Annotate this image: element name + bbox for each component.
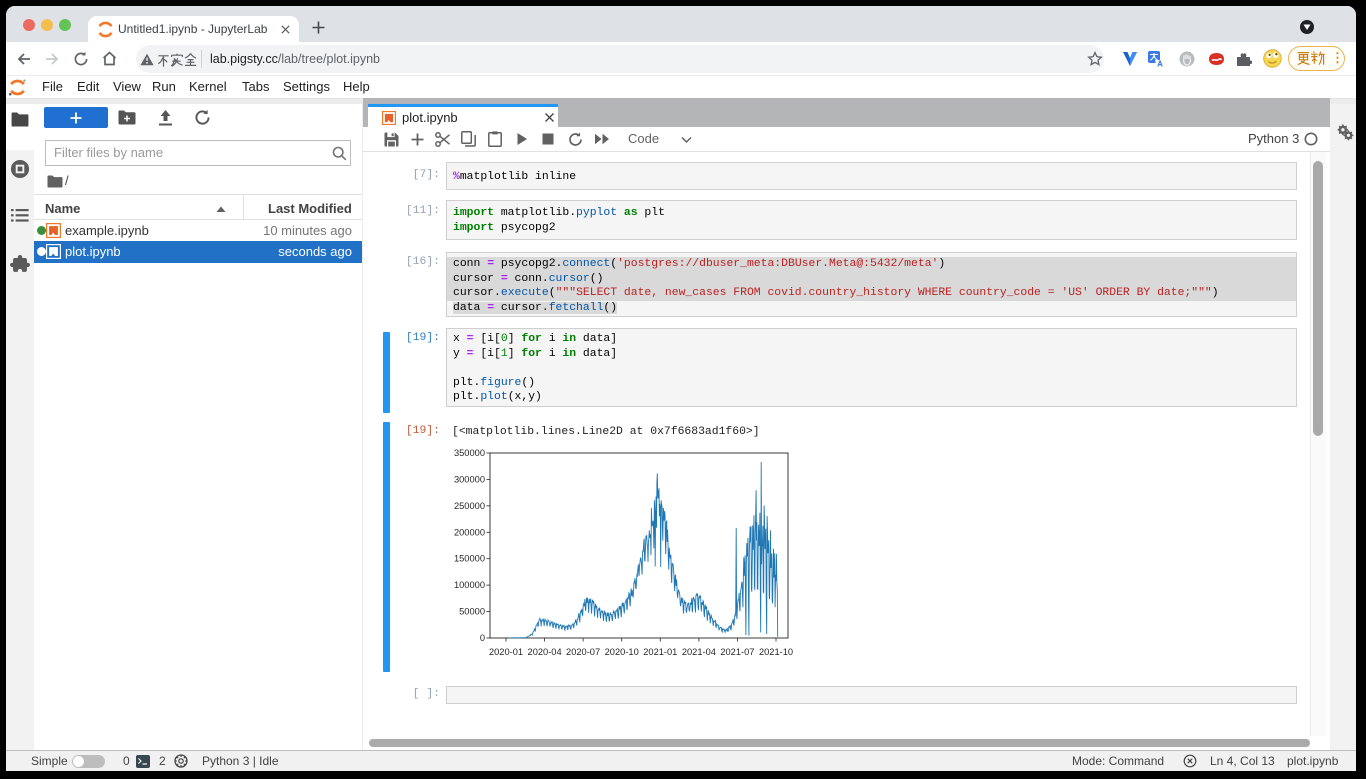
svg-text:300000: 300000 [454, 474, 485, 484]
svg-text:250000: 250000 [454, 501, 485, 511]
svg-text:2020-01: 2020-01 [489, 647, 523, 657]
svg-text:50000: 50000 [459, 607, 485, 617]
svg-text:100000: 100000 [454, 580, 485, 590]
svg-text:150000: 150000 [454, 554, 485, 564]
svg-text:2020-10: 2020-10 [605, 647, 639, 657]
svg-text:2021-01: 2021-01 [643, 647, 677, 657]
svg-text:2020-04: 2020-04 [528, 647, 562, 657]
svg-text:2021-04: 2021-04 [682, 647, 716, 657]
svg-text:0: 0 [480, 633, 485, 643]
svg-text:2021-10: 2021-10 [759, 647, 793, 657]
svg-text:2020-07: 2020-07 [566, 647, 600, 657]
svg-text:200000: 200000 [454, 527, 485, 537]
svg-text:2021-07: 2021-07 [720, 647, 754, 657]
svg-text:350000: 350000 [454, 448, 485, 458]
